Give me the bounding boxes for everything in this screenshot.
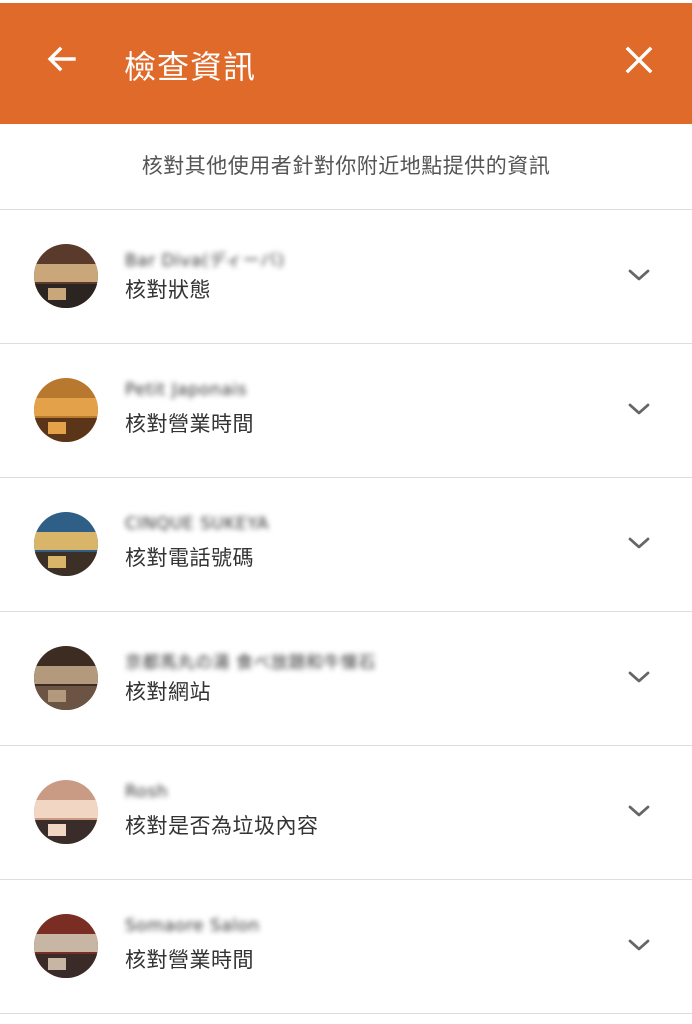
expand-button[interactable] (626, 530, 652, 556)
review-task-label: 核對網站 (125, 680, 211, 704)
chevron-down-icon (628, 805, 650, 817)
place-name: 京都馬丸の湯 食べ放題和牛懐石 (125, 653, 376, 673)
close-button[interactable] (622, 43, 656, 77)
review-task-label: 核對是否為垃圾內容 (125, 814, 319, 838)
back-button[interactable] (44, 41, 80, 77)
top-app-bar: 檢查資訊 (0, 0, 692, 124)
place-avatar (34, 244, 98, 308)
expand-button[interactable] (626, 932, 652, 958)
review-task-label: 核對營業時間 (125, 412, 254, 436)
review-info-screen: 檢查資訊 核對其他使用者針對你附近地點提供的資訊 Bar Diva(ディーバ) … (0, 0, 692, 1024)
expand-button[interactable] (626, 262, 652, 288)
review-task-label: 核對營業時間 (125, 948, 254, 972)
place-avatar (34, 378, 98, 442)
place-avatar (34, 914, 98, 978)
chevron-down-icon (628, 537, 650, 549)
expand-button[interactable] (626, 798, 652, 824)
place-name: Bar Diva(ディーバ) (125, 251, 285, 271)
expand-button[interactable] (626, 396, 652, 422)
place-name: Rosh (125, 782, 169, 802)
page-title: 檢查資訊 (124, 48, 257, 86)
review-list-item[interactable]: Bar Diva(ディーバ) 核對狀態 (0, 210, 692, 344)
place-name: CINQUE SUKEYA (125, 514, 269, 534)
chevron-down-icon (628, 403, 650, 415)
close-icon (625, 46, 653, 74)
place-avatar (34, 512, 98, 576)
review-list-item[interactable]: Somaore Salon 核對營業時間 (0, 880, 692, 1014)
place-avatar (34, 646, 98, 710)
chevron-down-icon (628, 671, 650, 683)
arrow-back-icon (47, 46, 76, 72)
review-list-item[interactable]: CINQUE SUKEYA 核對電話號碼 (0, 478, 692, 612)
review-list-item[interactable]: 京都馬丸の湯 食べ放題和牛懐石 核對網站 (0, 612, 692, 746)
review-list-item[interactable]: Petit Japonais 核對營業時間 (0, 344, 692, 478)
review-list: Bar Diva(ディーバ) 核對狀態 Petit Japonais 核對營業時… (0, 210, 692, 1014)
place-name: Somaore Salon (125, 916, 260, 936)
chevron-down-icon (628, 939, 650, 951)
chevron-down-icon (628, 269, 650, 281)
place-avatar (34, 780, 98, 844)
expand-button[interactable] (626, 664, 652, 690)
page-subtitle: 核對其他使用者針對你附近地點提供的資訊 (0, 124, 692, 210)
place-name: Petit Japonais (125, 380, 247, 400)
review-list-item[interactable]: Rosh 核對是否為垃圾內容 (0, 746, 692, 880)
review-task-label: 核對狀態 (125, 278, 211, 302)
review-task-label: 核對電話號碼 (125, 546, 254, 570)
